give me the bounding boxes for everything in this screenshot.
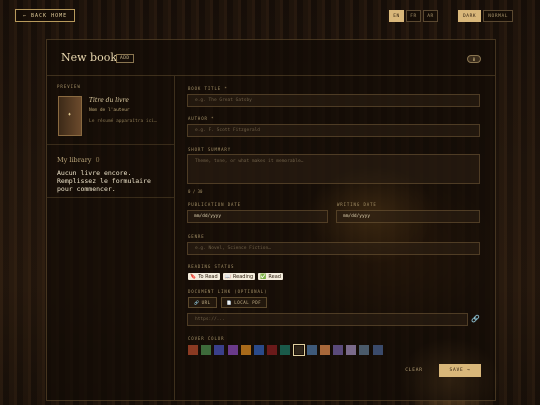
status-to-read-chip[interactable]: 🔖 To Read <box>188 273 220 280</box>
url-button[interactable]: 🔗 URL <box>188 297 217 308</box>
cover-color-swatches <box>188 344 383 356</box>
color-swatch[interactable] <box>306 345 317 355</box>
language-switcher: EN FR AR <box>389 10 438 22</box>
save-button[interactable]: SAVE → <box>439 364 481 377</box>
panel-header: New book ADD 0 <box>47 40 495 76</box>
publication-date-input[interactable]: mm/dd/yyyy <box>187 210 328 223</box>
summary-counter: 0 / 30 <box>188 189 203 194</box>
status-read-chip[interactable]: ✅ Read <box>258 273 283 280</box>
preview-summary: Le résumé apparaîtra ici… <box>89 119 157 124</box>
divider <box>47 144 174 145</box>
genre-input[interactable]: e.g. Novel, Science Fiction… <box>187 242 480 255</box>
panel-title: New book <box>61 51 117 64</box>
cover-diamond-icon: ♦ <box>68 112 72 118</box>
color-swatch[interactable] <box>292 344 305 356</box>
publication-date-label: PUBLICATION DATE <box>188 202 241 207</box>
author-label: AUTHOR * <box>188 116 215 121</box>
color-swatch[interactable] <box>227 345 238 355</box>
file-icon: 📄 <box>226 300 233 305</box>
link-icon: 🔗 <box>194 300 200 305</box>
status-label: To Read <box>198 273 218 280</box>
divider <box>47 197 174 198</box>
language-en-button[interactable]: EN <box>389 10 404 22</box>
color-swatch[interactable] <box>240 345 251 355</box>
status-label: Reading <box>232 273 254 280</box>
library-empty-message: Aucun livre encore. Remplissez le formul… <box>57 169 151 193</box>
reading-status-group: 🔖 To Read 📖 Reading ✅ Read <box>188 273 283 280</box>
cover-color-label: COVER COLOR <box>188 336 225 341</box>
summary-textarea[interactable]: Theme, tone, or what makes it memorable… <box>187 154 480 184</box>
back-home-button[interactable]: ← BACK HOME <box>15 9 76 22</box>
writing-date-input[interactable]: mm/dd/yyyy <box>336 210 480 223</box>
color-swatch[interactable] <box>359 345 370 355</box>
reading-status-label: READING STATUS <box>188 264 235 269</box>
color-swatch[interactable] <box>280 345 291 355</box>
library-heading: My library 0 <box>57 156 100 164</box>
add-badge: ADD <box>116 54 134 63</box>
local-pdf-button[interactable]: 📄 LOCAL PDF <box>220 297 268 308</box>
new-book-panel: New book ADD 0 PREVIEW ♦ Titre du livre … <box>46 39 496 401</box>
preview-author: Nom de l'auteur <box>89 108 130 113</box>
document-link-label: DOCUMENT LINK (OPTIONAL) <box>188 289 268 294</box>
link-icon[interactable]: 🔗 <box>471 315 480 323</box>
color-swatch[interactable] <box>319 345 330 355</box>
writing-date-label: WRITING DATE <box>337 202 377 207</box>
theme-switcher: DARK NORMAL <box>458 10 514 22</box>
title-label: BOOK TITLE * <box>188 86 228 91</box>
preview-title: Titre du livre <box>89 97 129 104</box>
color-swatch[interactable] <box>253 345 264 355</box>
color-swatch[interactable] <box>372 345 383 355</box>
color-swatch[interactable] <box>214 345 225 355</box>
title-input[interactable]: e.g. The Great Gatsby <box>187 94 480 107</box>
book-count-pill: 0 <box>467 55 481 63</box>
theme-dark-button[interactable]: DARK <box>458 10 482 22</box>
check-icon: ✅ <box>260 273 267 280</box>
color-swatch[interactable] <box>267 345 278 355</box>
clear-button[interactable]: CLEAR <box>400 364 428 377</box>
preview-column: PREVIEW ♦ Titre du livre Nom de l'auteur… <box>47 76 175 400</box>
language-ar-button[interactable]: AR <box>423 10 438 22</box>
color-swatch[interactable] <box>201 345 212 355</box>
genre-label: GENRE <box>188 234 205 239</box>
color-swatch[interactable] <box>346 345 357 355</box>
library-count: 0 <box>95 156 100 164</box>
pdf-button-label: LOCAL PDF <box>234 300 262 305</box>
document-source-group: 🔗 URL 📄 LOCAL PDF <box>188 297 268 308</box>
summary-label: SHORT SUMMARY <box>188 147 232 152</box>
library-title: My library <box>57 156 92 164</box>
theme-normal-button[interactable]: NORMAL <box>483 10 514 22</box>
status-reading-chip[interactable]: 📖 Reading <box>222 273 256 280</box>
author-input[interactable]: e.g. F. Scott Fitzgerald <box>187 124 480 137</box>
color-swatch[interactable] <box>188 345 198 355</box>
open-book-icon: 📖 <box>224 273 231 280</box>
preview-cover: ♦ <box>58 96 82 136</box>
status-label: Read <box>268 273 281 280</box>
url-button-label: URL <box>201 300 211 305</box>
language-fr-button[interactable]: FR <box>406 10 421 22</box>
color-swatch[interactable] <box>333 345 344 355</box>
preview-label: PREVIEW <box>57 84 81 89</box>
url-input[interactable]: https://... <box>187 313 468 326</box>
bookmark-icon: 🔖 <box>190 273 197 280</box>
